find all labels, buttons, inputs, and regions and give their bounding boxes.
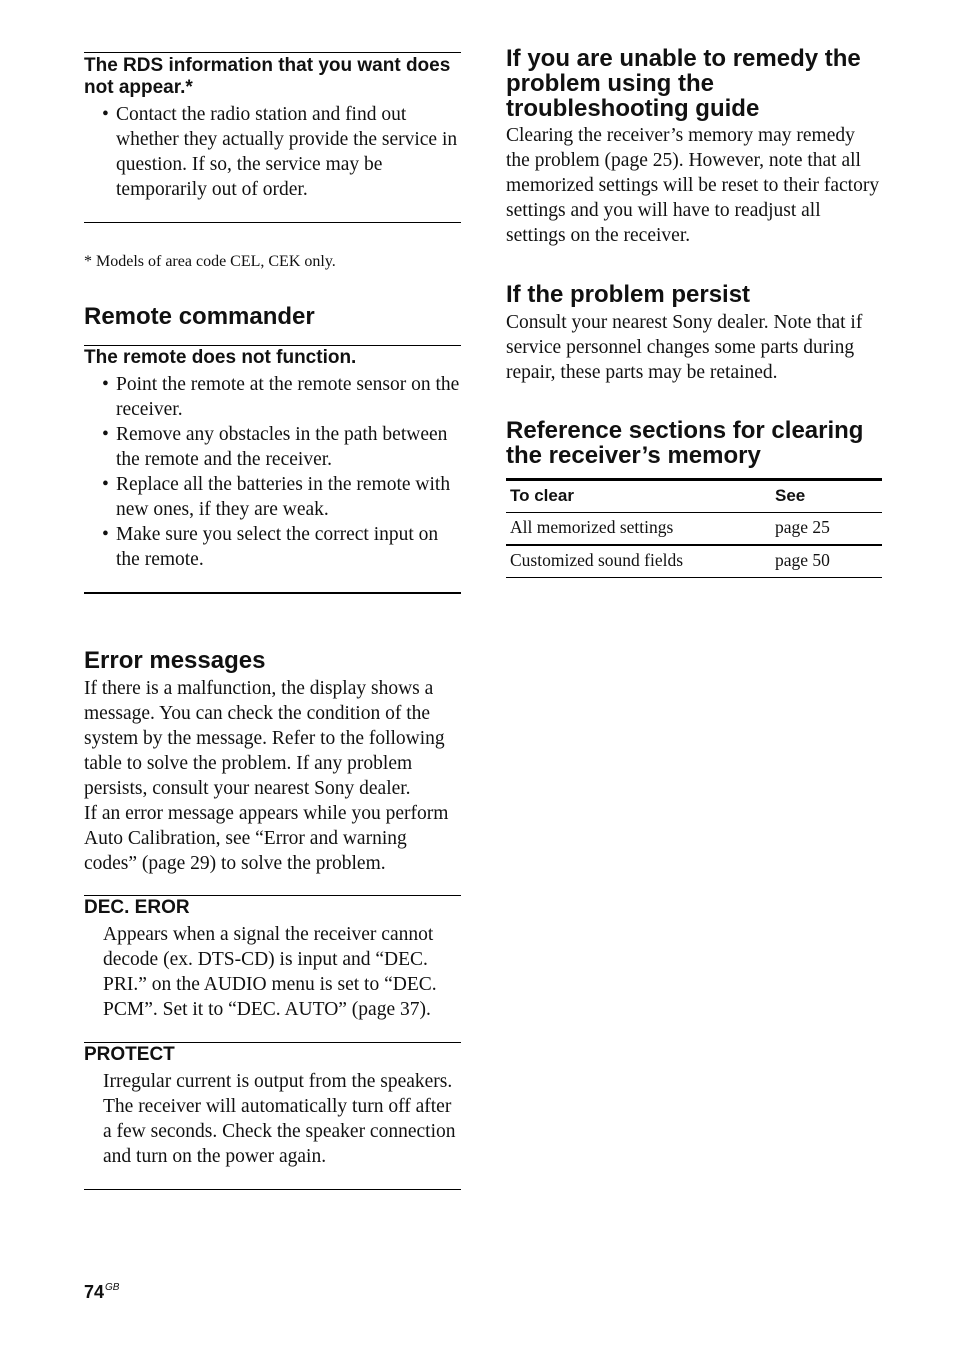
column-header-to-clear: To clear xyxy=(506,481,771,513)
unable-to-remedy-body: Clearing the receiver’s memory may remed… xyxy=(506,125,880,246)
error-code: DEC. EROR xyxy=(84,897,190,918)
divider xyxy=(84,895,461,896)
rds-solution-list: Contact the radio station and find out w… xyxy=(84,102,461,202)
table-row: All memorized settings page 25 xyxy=(506,512,882,546)
remote-commander-title: Remote commander xyxy=(84,303,315,330)
rds-problem-heading: The RDS information that you want does n… xyxy=(84,55,451,98)
table-row: Customized sound fields page 50 xyxy=(506,545,882,578)
error-item: PROTECT Irregular current is output from… xyxy=(84,1044,461,1169)
left-column: The RDS information that you want does n… xyxy=(84,52,461,1190)
error-messages-intro: If there is a malfunction, the display s… xyxy=(84,678,445,799)
reference-table: To clear See All memorized settings page… xyxy=(506,481,882,578)
error-description: Irregular current is output from the spe… xyxy=(103,1071,456,1167)
problem-persist-title: If the problem persist xyxy=(506,281,751,308)
reference-sections-title: Reference sections for clearing the rece… xyxy=(506,417,864,469)
error-messages-intro-2: If an error message appears while you pe… xyxy=(84,803,449,874)
error-description: Appears when a signal the receiver canno… xyxy=(103,924,437,1020)
table-cell: page 50 xyxy=(771,545,882,578)
table-cell: page 25 xyxy=(771,512,882,546)
remote-solution-list: Point the remote at the remote sensor on… xyxy=(84,372,461,572)
page-number-suffix: GB xyxy=(105,1282,120,1293)
list-item: Point the remote at the remote sensor on… xyxy=(102,372,461,422)
table-cell: Customized sound fields xyxy=(506,545,771,578)
table-cell: All memorized settings xyxy=(506,512,771,546)
remote-problem-heading: The remote does not function. xyxy=(84,347,357,368)
error-item: DEC. EROR Appears when a signal the rece… xyxy=(84,897,461,1022)
list-item: Make sure you select the correct input o… xyxy=(102,522,461,572)
right-column: If you are unable to remedy the problem … xyxy=(506,46,882,578)
footnote: * Models of area code CEL, CEK only. xyxy=(84,253,336,270)
divider xyxy=(84,1042,461,1043)
list-item: Replace all the batteries in the remote … xyxy=(102,472,461,522)
divider xyxy=(84,1189,461,1190)
problem-persist-body: Consult your nearest Sony dealer. Note t… xyxy=(506,312,863,383)
divider xyxy=(84,592,461,594)
column-header-see: See xyxy=(771,481,882,513)
error-code: PROTECT xyxy=(84,1044,175,1065)
divider xyxy=(84,345,461,346)
page-number-value: 74 xyxy=(84,1282,105,1302)
error-messages-title: Error messages xyxy=(84,647,266,674)
page-number: 74GB xyxy=(84,1282,119,1303)
list-item: Contact the radio station and find out w… xyxy=(102,102,461,202)
table-header-row: To clear See xyxy=(506,481,882,513)
list-item: Remove any obstacles in the path between… xyxy=(102,422,461,472)
divider xyxy=(84,52,461,53)
unable-to-remedy-title: If you are unable to remedy the problem … xyxy=(506,45,861,122)
divider xyxy=(84,222,461,223)
